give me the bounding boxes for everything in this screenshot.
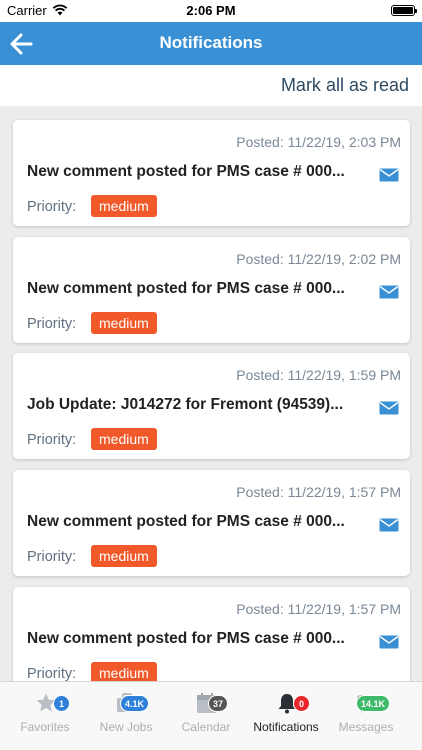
status-bar: Carrier 2:06 PM	[0, 0, 422, 22]
notification-card[interactable]: Posted: 11/22/19, 2:02 PM New comment po…	[13, 237, 410, 343]
notification-card[interactable]: Posted: 11/22/19, 2:03 PM New comment po…	[13, 120, 410, 226]
tab-notifications[interactable]: 0 Notifications	[244, 682, 328, 750]
notification-subject: New comment posted for PMS case # 000...	[27, 630, 345, 647]
tab-label: Favorites	[20, 720, 70, 734]
envelope-icon	[379, 168, 399, 182]
posted-timestamp: Posted: 11/22/19, 1:59 PM	[236, 367, 401, 383]
notification-subject: New comment posted for PMS case # 000...	[27, 513, 345, 530]
posted-timestamp: Posted: 11/22/19, 1:57 PM	[236, 484, 401, 500]
action-bar: Mark all as read	[0, 65, 422, 106]
tab-label: New Jobs	[99, 720, 153, 734]
envelope-icon	[379, 401, 399, 415]
posted-timestamp: Posted: 11/22/19, 1:57 PM	[236, 601, 401, 617]
tab-label: Calendar	[181, 720, 231, 734]
clock: 2:06 PM	[186, 3, 236, 18]
priority-badge: medium	[91, 428, 157, 450]
priority-label: Priority:	[27, 549, 77, 565]
tab-new-jobs[interactable]: 4.1K New Jobs	[84, 682, 168, 750]
envelope-icon	[379, 285, 399, 299]
notification-subject: New comment posted for PMS case # 000...	[27, 163, 345, 180]
notifications-badge: 0	[293, 695, 310, 712]
notification-card[interactable]: Posted: 11/22/19, 1:59 PM Job Update: J0…	[13, 353, 410, 459]
notification-list[interactable]: Posted: 11/22/19, 2:03 PM New comment po…	[0, 106, 422, 681]
priority-badge: medium	[91, 545, 157, 567]
priority-label: Priority:	[27, 432, 77, 448]
posted-timestamp: Posted: 11/22/19, 2:02 PM	[236, 251, 401, 267]
tab-messages[interactable]: 14.1K Messages	[324, 682, 408, 750]
nav-bar: Notifications	[0, 22, 422, 65]
messages-badge: 14.1K	[356, 695, 391, 712]
priority-badge: medium	[91, 662, 157, 681]
tab-label: Messages	[338, 720, 394, 734]
priority-label: Priority:	[27, 316, 77, 332]
tab-bar: 1 Favorites 4.1K New Jobs 37 Calendar 0 …	[0, 681, 422, 750]
tab-favorites[interactable]: 1 Favorites	[3, 682, 87, 750]
new-jobs-badge: 4.1K	[120, 695, 150, 712]
priority-label: Priority:	[27, 666, 77, 681]
envelope-icon	[379, 635, 399, 649]
notification-card[interactable]: Posted: 11/22/19, 1:57 PM New comment po…	[13, 587, 410, 681]
mark-all-read-button[interactable]: Mark all as read	[281, 75, 409, 96]
priority-label: Priority:	[27, 199, 77, 215]
page-title: Notifications	[159, 33, 263, 52]
posted-timestamp: Posted: 11/22/19, 2:03 PM	[236, 134, 401, 150]
tab-label: Notifications	[253, 720, 319, 734]
notification-card[interactable]: Posted: 11/22/19, 1:57 PM New comment po…	[13, 470, 410, 576]
tab-calendar[interactable]: 37 Calendar	[164, 682, 248, 750]
battery-icon	[391, 5, 417, 16]
notification-subject: Job Update: J014272 for Fremont (94539).…	[27, 396, 344, 413]
priority-badge: medium	[91, 195, 157, 217]
favorites-badge: 1	[53, 695, 70, 712]
envelope-icon	[379, 518, 399, 532]
priority-badge: medium	[91, 312, 157, 334]
calendar-badge: 37	[208, 695, 229, 712]
notification-subject: New comment posted for PMS case # 000...	[27, 280, 345, 297]
